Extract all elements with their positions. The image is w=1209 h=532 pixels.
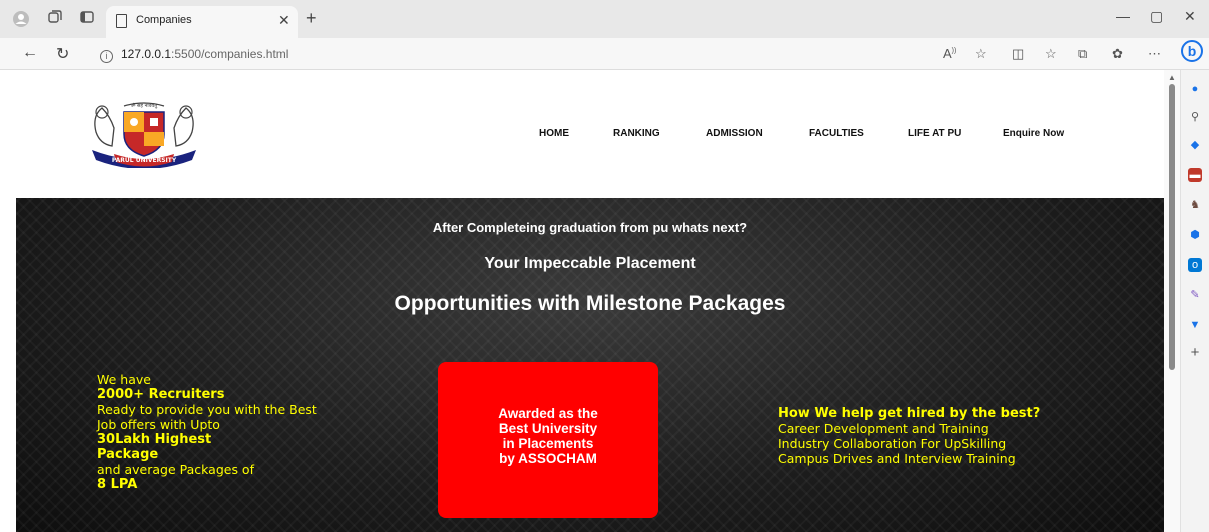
favorite-star-icon[interactable]: ☆ [975,46,987,62]
extensions-icon[interactable]: ✿ [1112,46,1123,62]
recruiters-info: We have 2000+ Recruiters Ready to provid… [97,372,377,492]
back-icon[interactable]: ← [22,44,38,62]
page-scrollbar[interactable]: ▲ [1164,70,1180,532]
split-screen-icon[interactable]: ◫ [1012,46,1024,62]
average-package: 8 LPA [97,477,138,492]
nav-home[interactable]: HOME [539,128,569,139]
profile-icon[interactable] [12,10,30,28]
hero-intro: After Completeing graduation from pu wha… [432,220,748,235]
site-info-icon[interactable]: i [100,50,113,63]
designer-icon[interactable]: ✎ [1188,288,1202,302]
hiring-help-item: Campus Drives and Interview Training [778,451,1016,466]
nav-admission[interactable]: ADMISSION [706,128,763,139]
close-window-icon[interactable]: ✕ [1184,8,1196,25]
read-aloud-label: A [943,46,952,61]
hiring-help-heading: How We help get hired by the best? [778,406,1041,421]
add-sidebar-app-icon[interactable]: + [1188,345,1202,360]
drop-icon[interactable]: ▼ [1188,318,1202,332]
tab-actions-icon[interactable] [78,10,96,28]
award-line-1: Awarded as the [498,406,598,421]
logo-name: PARUL UNIVERSITY [112,157,177,164]
hero-title: Opportunities with Milestone Packages [394,292,786,315]
minimize-icon[interactable]: — [1116,8,1130,24]
award-card: Awarded as the Best University in Placem… [438,362,658,518]
hiring-help-info: How We help get hired by the best? Caree… [778,406,1098,466]
tab-companies[interactable]: Companies ✕ [106,6,298,38]
document-icon [116,14,127,28]
office-icon[interactable]: ⬢ [1188,228,1202,242]
nav-life-at-pu[interactable]: LIFE AT PU [908,128,961,139]
collections-icon[interactable]: ⧉ [1078,46,1087,62]
outlook-icon[interactable]: o [1188,258,1202,272]
url-host: 127.0.0.1 [121,47,172,61]
tools-icon[interactable]: ▬ [1188,168,1202,182]
edge-sidebar: ● ⚲ ◆ ▬ ♞ ⬢ o ✎ ▼ + [1180,70,1209,532]
logo-motto: ॐ सह नाववतु [131,102,158,109]
browser-titlebar: Companies ✕ + — ▢ ✕ [0,0,1209,38]
recruiters-line-4: Job offers with Upto [97,417,220,432]
refresh-icon[interactable]: ↻ [56,44,69,64]
bing-copilot-icon[interactable]: b [1181,40,1203,62]
workspaces-icon[interactable] [46,10,64,28]
recruiters-line-1: We have [97,372,151,387]
recruiters-count: 2000+ Recruiters [97,387,225,402]
page-viewport: ॐ सह नाववतु PARUL UNIVERSITY HOME RANKIN… [0,70,1164,532]
close-tab-icon[interactable]: ✕ [278,12,290,29]
more-menu-icon[interactable]: ⋯ [1148,46,1161,62]
recruiters-line-3: Ready to provide you with the Best [97,402,317,417]
hero-subtitle: Your Impeccable Placement [484,255,696,272]
browser-toolbar: ← ↻ i 127.0.0.1:5500/companies.html A)) ☆… [0,38,1209,70]
url-path: :5500/companies.html [171,47,289,61]
tab-title: Companies [136,14,192,26]
award-line-2: Best University [498,421,598,436]
highest-package: 30Lakh Highest [97,432,212,447]
search-icon[interactable]: ⚲ [1188,110,1202,124]
favorites-icon[interactable]: ☆ [1045,46,1057,62]
award-line-3: in Placements [502,436,594,451]
new-tab-icon[interactable]: + [306,9,317,27]
parul-university-logo[interactable]: ॐ सह नाववतु PARUL UNIVERSITY [84,98,204,169]
restore-icon[interactable]: ▢ [1150,8,1163,25]
award-line-4: by ASSOCHAM [499,451,597,466]
address-field[interactable]: i 127.0.0.1:5500/companies.html [100,47,288,63]
nav-faculties[interactable]: FACULTIES [809,128,864,139]
hiring-help-item: Career Development and Training [778,421,989,436]
highest-package-suffix: Package [97,447,159,462]
placement-hero: After Completeing graduation from pu wha… [16,198,1164,532]
hiring-help-item: Industry Collaboration For UpSkilling [778,436,1007,451]
scroll-up-icon[interactable]: ▲ [1168,73,1176,82]
nav-enquire-now[interactable]: Enquire Now [1003,128,1064,139]
notifications-icon[interactable]: ● [1188,82,1202,96]
games-icon[interactable]: ♞ [1188,198,1202,212]
shopping-tag-icon[interactable]: ◆ [1188,138,1202,152]
scroll-thumb[interactable] [1169,84,1175,370]
nav-ranking[interactable]: RANKING [613,128,660,139]
read-aloud-icon[interactable]: A)) [943,46,956,61]
average-label: and average Packages of [97,462,254,477]
